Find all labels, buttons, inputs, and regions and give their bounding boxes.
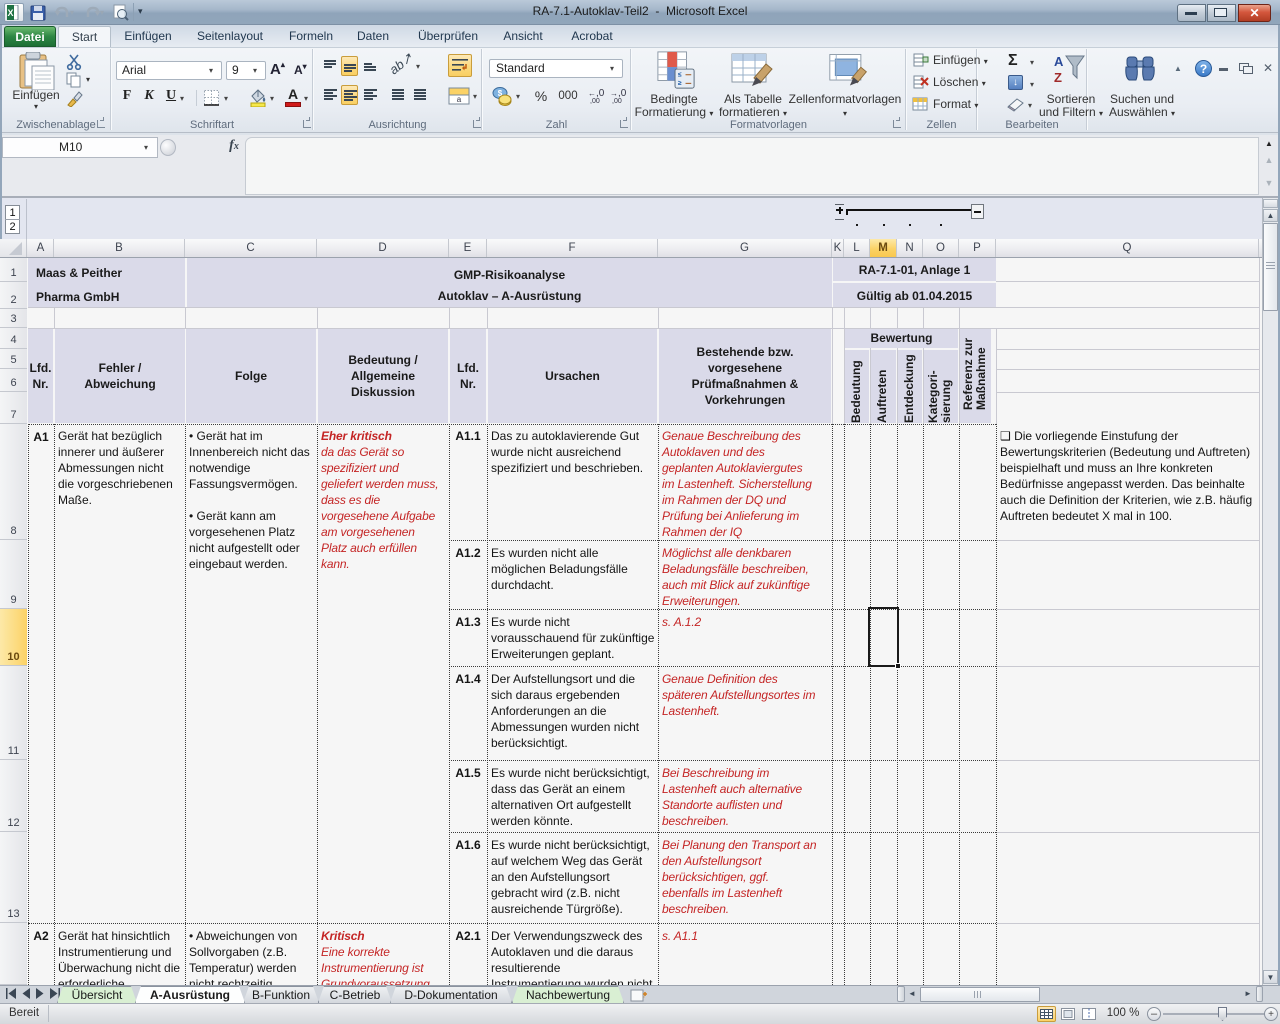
- svg-text:X: X: [7, 8, 13, 18]
- svg-text:≤: ≤: [678, 72, 682, 79]
- svg-text:A: A: [1054, 54, 1064, 69]
- svg-text:≥: ≥: [678, 80, 682, 87]
- svg-text:a: a: [457, 95, 462, 104]
- svg-text:Z: Z: [1054, 70, 1062, 85]
